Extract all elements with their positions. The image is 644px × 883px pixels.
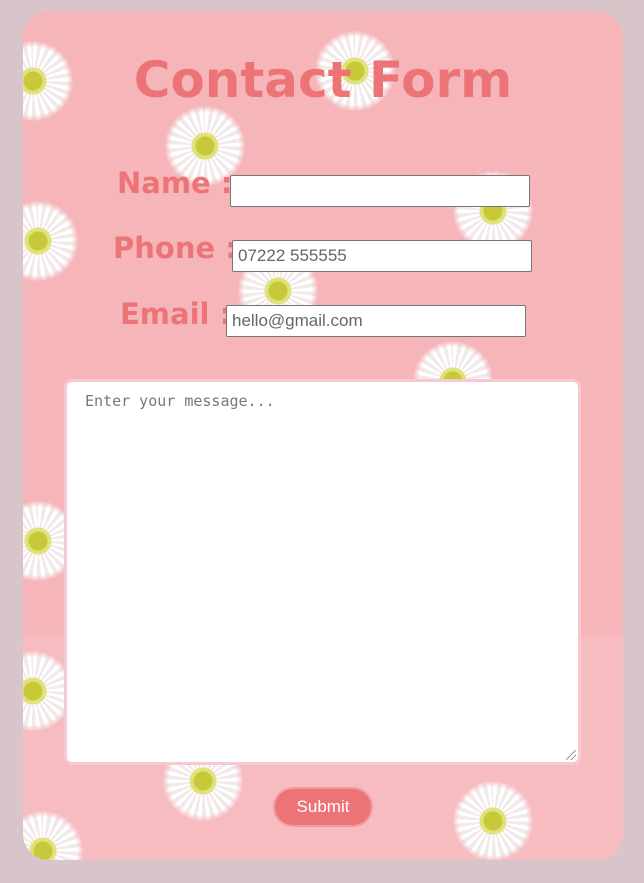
daisy-decoration: [453, 781, 533, 860]
daisy-decoration: [23, 201, 78, 281]
message-textarea[interactable]: Enter your message...: [64, 379, 581, 765]
message-placeholder: Enter your message...: [85, 392, 275, 410]
email-label: Email :: [120, 297, 232, 331]
name-field[interactable]: [230, 175, 530, 207]
name-label: Name :: [117, 166, 233, 200]
page-title: Contact Form: [133, 51, 513, 109]
email-field[interactable]: hello@gmail.com: [226, 305, 526, 337]
submit-button[interactable]: Submit: [273, 787, 373, 827]
phone-field[interactable]: 07222 555555: [232, 240, 532, 272]
resize-handle-icon[interactable]: [566, 750, 576, 760]
phone-label: Phone :: [113, 231, 237, 265]
contact-form-card: Contact Form Name : Phone : 07222 555555…: [23, 11, 623, 860]
